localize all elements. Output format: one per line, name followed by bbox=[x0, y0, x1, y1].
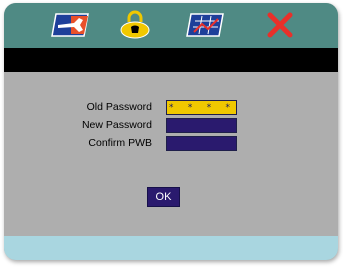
tab-password[interactable] bbox=[114, 10, 156, 40]
lock-icon bbox=[120, 10, 150, 39]
confirm-password-row: Confirm PWB bbox=[4, 136, 338, 152]
confirm-password-field[interactable] bbox=[166, 136, 237, 151]
new-password-label: New Password bbox=[81, 119, 152, 131]
tab-exit[interactable] bbox=[259, 10, 301, 40]
password-dialog: Old Password New Password Confirm PWB OK bbox=[4, 3, 338, 260]
confirm-password-label: Confirm PWB bbox=[88, 137, 152, 149]
old-password-field[interactable] bbox=[166, 100, 237, 115]
old-password-label: Old Password bbox=[86, 101, 152, 113]
ok-button[interactable]: OK bbox=[147, 187, 180, 207]
close-x-icon bbox=[267, 12, 293, 38]
tab-bar bbox=[4, 3, 338, 48]
chart-icon bbox=[186, 13, 224, 37]
wrench-icon bbox=[51, 13, 89, 37]
header-band bbox=[4, 48, 338, 72]
old-password-row: Old Password bbox=[4, 100, 338, 116]
tab-display[interactable] bbox=[184, 10, 226, 40]
new-password-row: New Password bbox=[4, 118, 338, 134]
new-password-field[interactable] bbox=[166, 118, 237, 133]
tab-settings[interactable] bbox=[49, 10, 91, 40]
footer-band bbox=[4, 236, 338, 260]
